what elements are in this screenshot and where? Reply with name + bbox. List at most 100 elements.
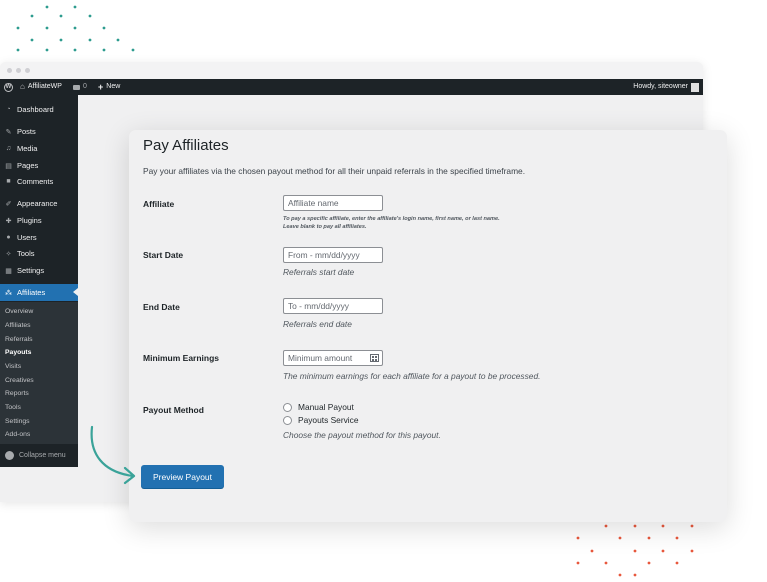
page-title: Pay Affiliates [143, 137, 229, 154]
end-date-hint: Referrals end date [283, 319, 352, 329]
window-dot-icon [16, 68, 21, 73]
user-icon: ● [6, 234, 11, 241]
decorative-dot [16, 48, 20, 52]
collapse-menu-label: Collapse menu [19, 451, 66, 459]
decorative-dot [88, 38, 92, 42]
minimum-earnings-hint: The minimum earnings for each affiliate … [283, 371, 541, 381]
radio-circle-icon [283, 402, 292, 412]
window-dot-icon [25, 68, 30, 73]
decorative-dot [102, 48, 106, 52]
new-content-link[interactable]: + New [98, 79, 120, 95]
comment-icon: ■ [6, 178, 11, 185]
start-date-label: Start Date [143, 250, 184, 260]
decorative-dot [633, 524, 637, 528]
submenu-item-referrals[interactable]: Referrals [5, 336, 33, 343]
payout-method-label: Payout Method [143, 405, 204, 415]
wordpress-logo-icon[interactable]: W [4, 79, 13, 95]
affiliate-label: Affiliate [143, 199, 175, 209]
dashboard-icon: ◔ [6, 106, 11, 113]
plus-icon: + [98, 82, 104, 92]
decorative-dot [116, 38, 120, 42]
menu-item-affiliates[interactable]: ⁂ Affiliates [0, 284, 78, 301]
site-name-link[interactable]: ⌂ AffiliateWP [20, 79, 62, 95]
collapse-icon [5, 450, 14, 460]
menu-item-media[interactable]: ♫ Media [0, 140, 78, 157]
avatar [691, 82, 699, 92]
submenu-item-reports[interactable]: Reports [5, 390, 29, 397]
menu-item-appearance[interactable]: ✐ Appearance [0, 195, 78, 212]
decorative-dot [633, 549, 637, 553]
menu-item-pages[interactable]: ▤ Pages [0, 157, 78, 174]
menu-item-users[interactable]: ● Users [0, 229, 78, 246]
decorative-dot [690, 549, 694, 553]
decorative-dot [604, 561, 608, 565]
submenu-item-overview[interactable]: Overview [5, 308, 33, 315]
radio-payouts-service[interactable]: Payouts Service [283, 415, 359, 425]
comments-count: 0 [83, 83, 87, 90]
decorative-dot [73, 26, 77, 30]
greeting: Howdy, siteowner [633, 83, 688, 90]
end-date-input[interactable]: To - mm/dd/yyyy [283, 298, 383, 314]
decorative-dot [73, 5, 77, 9]
decorative-dot [576, 536, 580, 540]
menu-item-posts[interactable]: ✎ Posts [0, 123, 78, 140]
window-dot-icon [7, 68, 12, 73]
site-name: AffiliateWP [27, 83, 62, 90]
comments-link[interactable]: 0 [73, 79, 87, 95]
home-icon: ⌂ [20, 82, 25, 91]
menu-item-plugins[interactable]: ✚ Plugins [0, 212, 78, 229]
start-date-input[interactable]: From - mm/dd/yyyy [283, 247, 383, 263]
plugin-icon: ✚ [5, 217, 12, 225]
collapse-menu-button[interactable]: Collapse menu [0, 444, 78, 466]
submenu-item-affiliates[interactable]: Affiliates [5, 322, 31, 329]
pay-affiliates-panel [129, 130, 727, 522]
start-date-placeholder: From - mm/dd/yyyy [288, 250, 360, 260]
decorative-dot [618, 573, 622, 577]
my-account-link[interactable]: Howdy, siteowner [633, 79, 699, 95]
comment-bubble-icon [73, 84, 80, 90]
decorative-dot [45, 48, 49, 52]
page-description: Pay your affiliates via the chosen payou… [143, 166, 526, 176]
decorative-dot [590, 549, 594, 553]
submenu-item-payouts[interactable]: Payouts [5, 349, 31, 356]
menu-item-comments[interactable]: ■ Comments [0, 173, 78, 190]
settings-icon: ▦ [5, 267, 12, 275]
submenu-item-settings[interactable]: Settings [5, 418, 30, 425]
submenu-item-add-ons[interactable]: Add-ons [5, 431, 30, 438]
decorative-dot [647, 561, 651, 565]
decorative-dot [618, 536, 622, 540]
menu-item-settings[interactable]: ▦ Settings [0, 262, 78, 279]
menu-item-tools[interactable]: ✧ Tools [0, 245, 78, 262]
decorative-dot [88, 14, 92, 18]
pages-icon: ▤ [5, 162, 12, 170]
payout-method-hint: Choose the payout method for this payout… [283, 430, 441, 440]
start-date-hint: Referrals start date [283, 267, 355, 277]
radio-manual-payout[interactable]: Manual Payout [283, 402, 354, 412]
decorative-dot [45, 26, 49, 30]
decorative-dot [131, 48, 135, 52]
preview-payout-button[interactable]: Preview Payout [141, 465, 224, 488]
decorative-dot [73, 48, 77, 52]
admin-bar: W ⌂ AffiliateWP 0 + New Howdy, siteowner [0, 79, 703, 95]
decorative-dot [690, 524, 694, 528]
decorative-dot [661, 549, 665, 553]
affiliates-icon: ⁂ [5, 289, 12, 297]
submenu-item-creatives[interactable]: Creatives [5, 377, 34, 384]
menu-item-dashboard[interactable]: ◔ Dashboard [0, 101, 78, 118]
submenu-item-visits[interactable]: Visits [5, 363, 21, 370]
decorative-dot [604, 524, 608, 528]
affiliates-submenu: Overview Affiliates Referrals Payouts Vi… [0, 302, 78, 446]
submenu-item-tools[interactable]: Tools [5, 404, 21, 411]
browser-chrome [0, 62, 703, 79]
wrench-icon: ✧ [5, 250, 12, 258]
decorative-dot [45, 5, 49, 9]
decorative-dot [16, 26, 20, 30]
decorative-dot [30, 38, 34, 42]
pin-icon: ✎ [5, 128, 12, 136]
decorative-dot [661, 524, 665, 528]
decorative-dot [675, 561, 679, 565]
minimum-earnings-input[interactable]: Minimum amount [283, 350, 383, 366]
affiliate-input[interactable]: Affiliate name [283, 195, 383, 211]
affiliate-placeholder: Affiliate name [288, 198, 339, 208]
end-date-placeholder: To - mm/dd/yyyy [288, 301, 349, 311]
